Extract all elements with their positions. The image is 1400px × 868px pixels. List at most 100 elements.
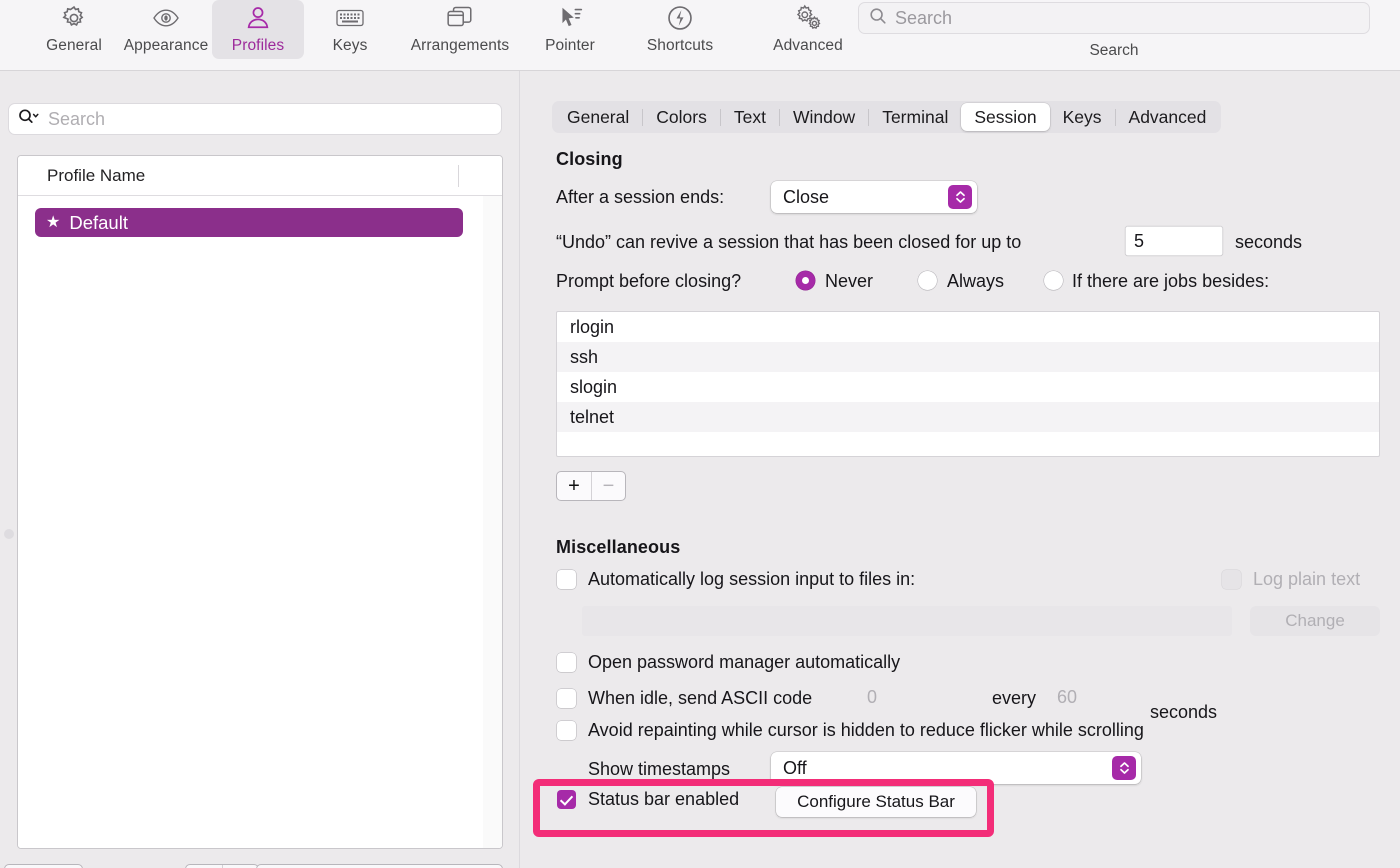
radio-never-label: Never: [825, 271, 874, 291]
show-timestamps-label: Show timestamps: [588, 759, 731, 779]
radio-if-jobs-besides[interactable]: [1044, 271, 1063, 290]
toolbar-item-keys[interactable]: Keys: [304, 0, 396, 59]
undo-revive-label: “Undo” can revive a session that has bee…: [556, 232, 1022, 252]
other-actions-dropdown[interactable]: Other Actions...: [256, 864, 503, 868]
profile-row-default[interactable]: ★ Default: [35, 208, 463, 237]
when-idle-send-ascii-label: When idle, send ASCII code: [588, 688, 813, 708]
remove-job-button[interactable]: −: [591, 472, 625, 500]
tab-terminal[interactable]: Terminal: [869, 103, 961, 131]
tab-colors[interactable]: Colors: [643, 103, 720, 131]
show-timestamps-value: Off: [783, 757, 807, 778]
search-field[interactable]: Search: [858, 2, 1370, 34]
bolt-icon: [666, 2, 694, 34]
column-divider[interactable]: [458, 165, 459, 187]
checkbox-status-bar-enabled[interactable]: [557, 790, 576, 809]
radio-always[interactable]: [918, 271, 937, 290]
toolbar-item-appearance[interactable]: Appearance: [120, 0, 212, 59]
open-password-manager-label: Open password manager automatically: [588, 652, 901, 672]
radio-if-jobs-besides-label: If there are jobs besides:: [1072, 271, 1270, 291]
star-icon: ★: [46, 213, 61, 231]
tab-advanced[interactable]: Advanced: [1116, 103, 1220, 131]
toolbar-item-general[interactable]: General: [28, 0, 120, 59]
toolbar-item-profiles[interactable]: Profiles: [212, 0, 304, 59]
preferences-window: General Appearance Profiles Keys Arrange…: [0, 0, 1400, 868]
search-input-placeholder[interactable]: Search: [895, 8, 952, 29]
profile-list-body: ★ Default: [18, 196, 502, 848]
search-caption: Search: [1089, 42, 1139, 59]
list-item[interactable]: ssh: [557, 342, 1379, 372]
checkbox-when-idle-send-ascii[interactable]: [557, 689, 576, 708]
toolbar: General Appearance Profiles Keys Arrange…: [0, 0, 1400, 71]
profile-list-header[interactable]: Profile Name: [18, 156, 502, 196]
radio-never[interactable]: [796, 271, 815, 290]
toolbar-item-arrangements[interactable]: Arrangements: [396, 0, 524, 59]
undo-seconds-input[interactable]: 5: [1125, 226, 1223, 256]
toolbar-item-label: Shortcuts: [646, 37, 714, 54]
person-icon: [245, 2, 271, 34]
tab-text[interactable]: Text: [721, 103, 779, 131]
list-item[interactable]: rlogin: [557, 312, 1379, 342]
jobs-add-remove-group: + −: [556, 471, 626, 501]
column-header-profile-name: Profile Name: [47, 165, 146, 185]
list-item[interactable]: telnet: [557, 402, 1379, 432]
toolbar-item-pointer[interactable]: Pointer: [524, 0, 616, 59]
list-item[interactable]: slogin: [557, 372, 1379, 402]
tags-button[interactable]: Tags >: [4, 864, 83, 868]
toolbar-item-label: Advanced: [773, 37, 843, 54]
profile-name-label: Default: [69, 211, 128, 233]
toolbar-items: General Appearance Profiles Keys Arrange…: [0, 0, 872, 59]
auto-log-session-label: Automatically log session input to files…: [588, 569, 916, 589]
profile-search-field[interactable]: Search: [8, 103, 502, 135]
settings-pane: General Colors Text Window Terminal Sess…: [520, 71, 1400, 868]
toolbar-item-label: Profiles: [231, 37, 285, 54]
log-plain-text-label: Log plain text: [1253, 569, 1361, 589]
after-session-ends-dropdown[interactable]: Close: [771, 181, 977, 213]
stepper-arrows-icon[interactable]: [948, 185, 972, 209]
sidebar-resize-handle[interactable]: [4, 529, 14, 539]
tab-keys[interactable]: Keys: [1050, 103, 1115, 131]
windows-icon: [446, 2, 474, 34]
profiles-sidebar: Search Profile Name ★ Default Tags > + −: [0, 71, 520, 868]
eye-icon: [151, 2, 181, 34]
checkbox-avoid-repainting[interactable]: [557, 721, 576, 740]
radio-always-label: Always: [947, 271, 1005, 291]
toolbar-item-label: Pointer: [545, 37, 595, 54]
toolbar-item-label: Keys: [332, 37, 368, 54]
toolbar-item-label: General: [46, 37, 102, 54]
checkbox-auto-log-session[interactable]: [557, 570, 576, 589]
jobs-list[interactable]: rlogin ssh slogin telnet: [556, 311, 1380, 457]
idle-interval-input[interactable]: 60: [1048, 682, 1140, 712]
tab-bar: General Colors Text Window Terminal Sess…: [552, 101, 1222, 133]
log-path-input[interactable]: [582, 606, 1232, 636]
show-timestamps-dropdown[interactable]: Off: [771, 752, 1141, 784]
checkbox-open-password-manager[interactable]: [557, 653, 576, 672]
toolbar-item-label: Arrangements: [410, 37, 510, 54]
idle-every-label: every: [992, 688, 1037, 708]
profile-add-remove-group: + −: [185, 864, 259, 868]
gear-icon: [60, 2, 88, 34]
profile-list-panel: Profile Name ★ Default: [17, 155, 503, 849]
toolbar-item-label: Appearance: [123, 37, 209, 54]
miscellaneous-section-title: Miscellaneous: [556, 537, 681, 557]
idle-seconds-label: seconds: [1150, 702, 1218, 722]
profile-list-scrollbar[interactable]: [483, 196, 502, 848]
toolbar-item-advanced[interactable]: Advanced: [744, 0, 872, 59]
search-dropdown-icon[interactable]: [18, 108, 44, 130]
add-job-button[interactable]: +: [557, 472, 591, 500]
toolbar-search-group: Search Search: [858, 2, 1370, 60]
after-session-ends-label: After a session ends:: [556, 187, 725, 207]
tab-window[interactable]: Window: [780, 103, 868, 131]
cursor-icon: [556, 2, 584, 34]
after-session-ends-value: Close: [783, 186, 830, 207]
undo-seconds-suffix: seconds: [1235, 232, 1303, 252]
status-bar-enabled-label: Status bar enabled: [588, 789, 740, 809]
toolbar-item-shortcuts[interactable]: Shortcuts: [616, 0, 744, 59]
change-log-path-button[interactable]: Change: [1250, 606, 1380, 636]
stepper-arrows-icon[interactable]: [1112, 756, 1136, 780]
configure-status-bar-button[interactable]: Configure Status Bar: [776, 787, 976, 817]
profile-search-placeholder[interactable]: Search: [48, 109, 105, 130]
tab-general[interactable]: General: [554, 103, 642, 131]
idle-ascii-code-input[interactable]: 0: [858, 682, 982, 712]
checkbox-log-plain-text[interactable]: [1222, 570, 1241, 589]
tab-session[interactable]: Session: [961, 103, 1050, 131]
